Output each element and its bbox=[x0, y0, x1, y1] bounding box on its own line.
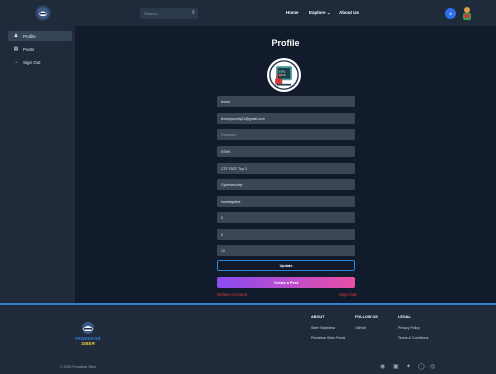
notification-badge[interactable]: 4 bbox=[445, 8, 456, 19]
footer-link-terms[interactable]: Terms & Conditions bbox=[398, 336, 428, 340]
posts-icon: ▤ bbox=[13, 46, 19, 52]
profile-panel: Profile 0101 1010 ferran ferranjaconty01… bbox=[75, 26, 496, 303]
create-post-button[interactable]: Create a Post bbox=[217, 277, 355, 288]
profile-picture[interactable]: 0101 1010 bbox=[267, 58, 301, 92]
avatar[interactable] bbox=[461, 6, 473, 20]
site-logo[interactable] bbox=[35, 5, 51, 21]
signout-icon: → bbox=[13, 59, 19, 65]
nav-explore[interactable]: Explore ⌄ bbox=[309, 10, 331, 16]
twitter-icon[interactable]: ✦ bbox=[406, 363, 411, 370]
achievement-field[interactable]: CTF 2022' Top 3 bbox=[217, 163, 355, 174]
facebook-icon[interactable]: ◉ bbox=[380, 363, 385, 370]
dribbble-icon[interactable]: ◎ bbox=[430, 363, 435, 370]
search-input[interactable]: Search... ⚲ bbox=[140, 8, 198, 19]
page-title: Profile bbox=[271, 38, 300, 48]
search-icon[interactable]: ⚲ bbox=[191, 10, 195, 16]
footer-follow-heading: FOLLOW US bbox=[355, 315, 378, 319]
sidebar-item-label: Profile bbox=[23, 33, 36, 39]
email-field[interactable]: ferranjaconty01@gmail.com bbox=[217, 113, 355, 124]
password-field[interactable]: Password bbox=[217, 129, 355, 140]
sign-out-link[interactable]: Sign Out bbox=[339, 292, 357, 297]
footer: PENDEKAR SIBER ABOUT Siber Sejahtera Pen… bbox=[0, 305, 496, 374]
footer-link-siber-sejahtera[interactable]: Siber Sejahtera bbox=[311, 326, 335, 330]
clan-field[interactable]: KSHK bbox=[217, 146, 355, 157]
ninja-logo-icon bbox=[37, 7, 49, 19]
search-placeholder: Search... bbox=[144, 11, 161, 16]
sidebar-item-label: Posts bbox=[23, 46, 35, 52]
delete-account-link[interactable]: Delete Account bbox=[217, 292, 247, 297]
footer-link-privacy[interactable]: Privacy Policy bbox=[398, 326, 420, 330]
sidebar-item-posts[interactable]: ▤ Posts bbox=[8, 44, 72, 54]
sidebar-item-profile[interactable]: ♟ Profile bbox=[8, 31, 72, 41]
sidebar-item-label: Sign Out bbox=[23, 59, 41, 65]
footer-link-portal[interactable]: Pendekar Siber Portal bbox=[311, 336, 345, 340]
update-button[interactable]: Update bbox=[217, 260, 355, 271]
sidebar: ♟ Profile ▤ Posts → Sign Out bbox=[0, 26, 75, 303]
stat-field-1[interactable]: 0 bbox=[217, 212, 355, 223]
sidebar-item-sign-out[interactable]: → Sign Out bbox=[8, 57, 72, 67]
nav-about-us[interactable]: About Us bbox=[339, 10, 359, 15]
top-navbar: Search... ⚲ Home Explore ⌄ About Us 4 bbox=[0, 0, 496, 26]
hacker-avatar-icon: 0101 1010 bbox=[269, 60, 299, 90]
stat-field-3[interactable]: 12 bbox=[217, 245, 355, 256]
stat-field-2[interactable]: 0 bbox=[217, 229, 355, 240]
nav-home[interactable]: Home bbox=[286, 10, 299, 15]
footer-logo-text-bottom: SIBER bbox=[81, 341, 96, 346]
user-icon: ♟ bbox=[13, 33, 19, 39]
footer-link-github[interactable]: GitHub bbox=[355, 326, 366, 330]
github-icon[interactable]: ◯ bbox=[418, 363, 425, 370]
username-field[interactable]: ferran bbox=[217, 96, 355, 107]
footer-legal-heading: LEGAL bbox=[398, 315, 411, 319]
instagram-icon[interactable]: ▣ bbox=[393, 363, 399, 370]
role-field[interactable]: Investigative bbox=[217, 196, 355, 207]
footer-logo[interactable]: PENDEKAR SIBER bbox=[72, 320, 104, 347]
copyright-text: © 2024 Pendekar Siber bbox=[60, 365, 97, 369]
footer-about-heading: ABOUT bbox=[311, 315, 325, 319]
specialty-field[interactable]: Cybersecurity bbox=[217, 179, 355, 190]
